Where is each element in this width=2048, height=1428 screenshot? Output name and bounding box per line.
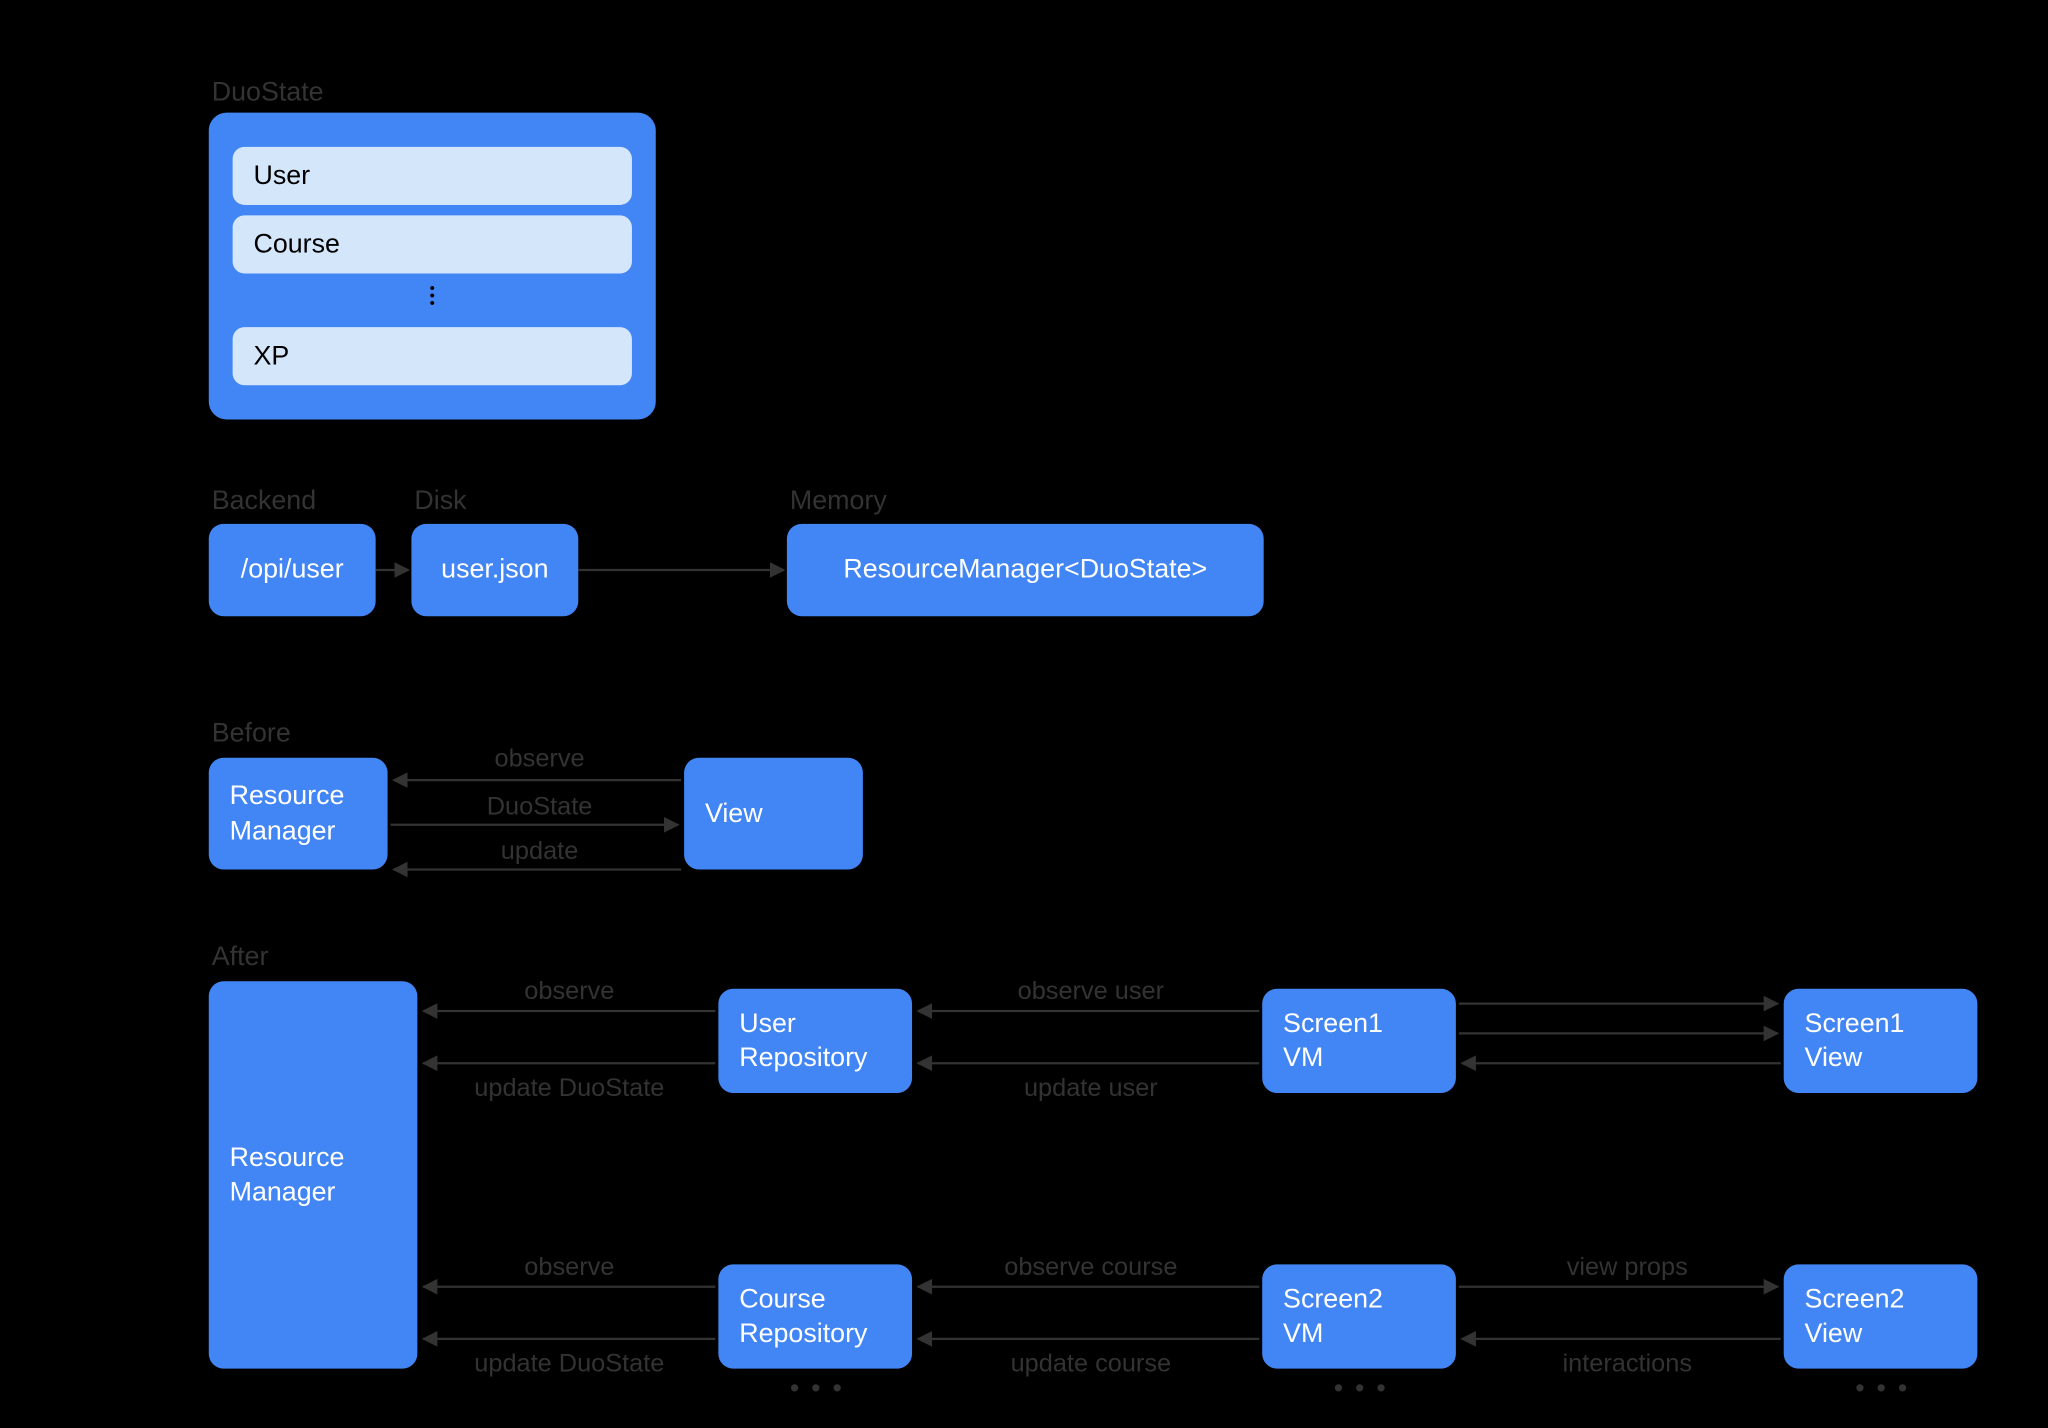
ellipsis-repo: •••: [790, 1373, 854, 1404]
after-screen1-vm-box: Screen1 VM: [1262, 989, 1456, 1093]
disk-label: Disk: [414, 485, 466, 516]
after-course-repo-box: Course Repository: [718, 1264, 912, 1368]
before-label: Before: [212, 718, 291, 749]
duostate-container: User Course ••• XP: [209, 113, 656, 420]
backend-label: Backend: [212, 485, 316, 516]
disk-box: user.json: [411, 524, 578, 616]
after-screen2-view-box: Screen2 View: [1784, 1264, 1978, 1368]
after-r1-observe-user: observe user: [972, 977, 1210, 1007]
ellipsis-vm: •••: [1334, 1373, 1398, 1404]
ellipsis-view: •••: [1855, 1373, 1919, 1404]
after-r2-observe: observe: [458, 1252, 681, 1282]
after-screen2-vm-box: Screen2 VM: [1262, 1264, 1456, 1368]
after-r2-observe-course: observe course: [964, 1252, 1217, 1282]
after-rm-box: Resource Manager: [209, 981, 418, 1368]
duostate-item-xp: XP: [233, 327, 632, 385]
after-r2-update-duostate: update DuoState: [443, 1349, 696, 1379]
memory-label: Memory: [790, 485, 887, 516]
after-r1-update-duostate: update DuoState: [443, 1074, 696, 1104]
before-duostate-text: DuoState: [465, 792, 614, 822]
memory-box: ResourceManager<DuoState>: [787, 524, 1264, 616]
duostate-title: DuoState: [212, 77, 324, 108]
duostate-item-user: User: [233, 147, 632, 205]
duostate-item-course: Course: [233, 215, 632, 273]
backend-box: /opi/user: [209, 524, 376, 616]
before-rm-box: Resource Manager: [209, 758, 388, 870]
after-label: After: [212, 941, 269, 972]
before-update-text: update: [465, 837, 614, 867]
after-r1-update-user: update user: [972, 1074, 1210, 1104]
before-observe-text: observe: [465, 744, 614, 774]
after-r1-observe: observe: [458, 977, 681, 1007]
before-view-box: View: [684, 758, 863, 870]
after-r2-update-course: update course: [964, 1349, 1217, 1379]
after-r2-viewprops: view props: [1516, 1252, 1740, 1282]
after-r2-interactions: interactions: [1516, 1349, 1740, 1379]
after-screen1-view-box: Screen1 View: [1784, 989, 1978, 1093]
after-user-repo-box: User Repository: [718, 989, 912, 1093]
diagram-canvas: DuoState User Course ••• XP Backend /opi…: [100, 50, 2048, 1428]
